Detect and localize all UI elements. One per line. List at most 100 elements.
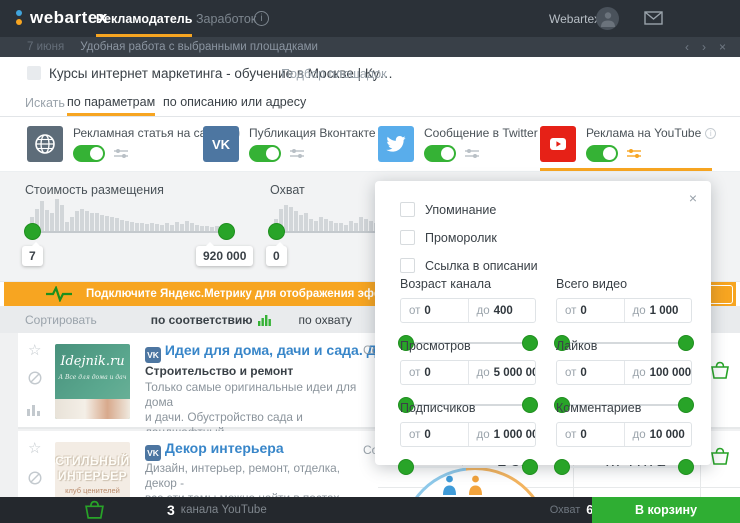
result-title-link[interactable]: VK Декор интерьера bbox=[145, 440, 284, 461]
add-to-cart-icon[interactable] bbox=[710, 447, 730, 466]
notification-close-icon[interactable]: × bbox=[719, 40, 726, 54]
tab-by-params-label: по параметрам bbox=[67, 95, 155, 109]
price-min-tooltip: 7 bbox=[22, 246, 43, 266]
cart-footer: 3 канала YouTube Охват 66 843 2 990 ₽ В … bbox=[0, 497, 740, 523]
account-name: Webartex bbox=[549, 12, 600, 26]
filter-label: Всего видео bbox=[556, 277, 692, 291]
webartex-logo[interactable]: webartex bbox=[16, 8, 108, 28]
campaign-row: Курсы интернет маркетинга - обучение в М… bbox=[0, 57, 740, 88]
webartex-app: webartex Рекламодатель Заработок i Webar… bbox=[0, 0, 740, 523]
sort-by-match[interactable]: по соответствию bbox=[151, 313, 271, 327]
tab-by-description[interactable]: по описанию или адресу bbox=[163, 88, 306, 116]
slider-max-handle[interactable] bbox=[522, 459, 538, 475]
filter-from-input[interactable]: от0 bbox=[557, 299, 624, 322]
filter-from-input[interactable]: от0 bbox=[401, 361, 468, 384]
channel-site-toggle[interactable] bbox=[73, 145, 105, 162]
nav-tab-advertiser[interactable]: Рекламодатель bbox=[96, 0, 192, 37]
notification-next-icon[interactable]: › bbox=[702, 40, 706, 54]
sort-by-reach[interactable]: по охвату bbox=[299, 313, 352, 327]
add-to-cart-button[interactable]: В корзину bbox=[592, 497, 740, 523]
filter-from-input[interactable]: от0 bbox=[557, 423, 624, 446]
channel-site-settings-icon[interactable] bbox=[114, 148, 128, 160]
channel-youtube-info-icon[interactable]: i bbox=[705, 128, 716, 139]
campaign-action-label: Подбор площадок bbox=[281, 67, 387, 81]
sort-by-reach-label: по охвату bbox=[299, 313, 352, 327]
notification-prev-icon[interactable]: ‹ bbox=[685, 40, 689, 54]
filter-label: Возраст канала bbox=[400, 277, 536, 291]
result-category: Строительство и ремонт bbox=[145, 364, 293, 378]
mail-icon[interactable] bbox=[644, 11, 663, 25]
price-slider-max-handle[interactable] bbox=[218, 223, 235, 240]
nav-tab-advertiser-label: Рекламодатель bbox=[96, 12, 192, 26]
favorite-star-icon[interactable]: ☆ bbox=[28, 341, 41, 359]
channel-youtube-toggle[interactable] bbox=[586, 145, 618, 162]
filter-to-input[interactable]: до10 000 bbox=[624, 423, 692, 446]
price-slider-track[interactable] bbox=[33, 231, 229, 233]
notification-bar: 7 июня Удобная работа с выбранными площа… bbox=[0, 37, 740, 57]
block-icon[interactable] bbox=[28, 471, 42, 485]
reach-min-tooltip: 0 bbox=[266, 246, 287, 266]
thumbnail-line3: клуб ценителей bbox=[55, 486, 130, 495]
channel-vk-settings-icon[interactable] bbox=[290, 148, 304, 160]
add-to-cart-icon[interactable] bbox=[710, 361, 730, 380]
channel-youtube-label: Реклама на YouTube bbox=[586, 126, 701, 140]
checkbox-promo[interactable]: Проморолик bbox=[400, 230, 497, 245]
vk-icon: VK bbox=[203, 126, 239, 162]
checkbox-mention[interactable]: Упоминание bbox=[400, 202, 496, 217]
nav-tab-earnings[interactable]: Заработок bbox=[196, 0, 256, 37]
thumbnail-shelf bbox=[55, 399, 130, 419]
checkbox-link-description[interactable]: Ссылка в описании bbox=[400, 258, 538, 273]
cart-count-label: канала YouTube bbox=[181, 504, 267, 516]
filter-label: Подписчиков bbox=[400, 401, 536, 415]
youtube-filters-popup: × Упоминание Проморолик Ссылка в описани… bbox=[375, 181, 711, 465]
filter-to-input[interactable]: до1 000 000+ bbox=[468, 423, 536, 446]
campaign-checkbox[interactable] bbox=[27, 66, 41, 80]
channel-vk-toggle[interactable] bbox=[249, 145, 281, 162]
favorite-star-icon[interactable]: ☆ bbox=[28, 439, 41, 457]
filter-slider bbox=[556, 459, 692, 475]
stats-bars-icon[interactable] bbox=[27, 403, 42, 416]
filter-to-input[interactable]: до400 bbox=[468, 299, 536, 322]
channel-twitter-settings-icon[interactable] bbox=[465, 148, 479, 160]
filter-from-input[interactable]: от0 bbox=[401, 299, 468, 322]
slider-max-handle[interactable] bbox=[678, 459, 694, 475]
tab-by-description-label: по описанию или адресу bbox=[163, 95, 306, 109]
result-thumbnail[interactable]: Idejnik.ru А Все для дома и дач bbox=[55, 344, 130, 419]
filter-comments: Комментариев от0 до10 000 bbox=[556, 401, 692, 475]
filter-to-input[interactable]: до100 000+ bbox=[624, 361, 692, 384]
thumbnail-line2: ИНТЕРЬЕР bbox=[55, 469, 130, 483]
sort-label: Сортировать bbox=[25, 313, 97, 327]
popup-close-icon[interactable]: × bbox=[689, 190, 697, 206]
slider-min-handle[interactable] bbox=[398, 459, 414, 475]
checkbox-box bbox=[400, 258, 415, 273]
channel-twitter-toggle[interactable] bbox=[424, 145, 456, 162]
filter-from-input[interactable]: от0 bbox=[557, 361, 624, 384]
info-icon[interactable]: i bbox=[254, 11, 269, 26]
filter-to-input[interactable]: до1 000 bbox=[624, 299, 692, 322]
person-icon bbox=[601, 11, 615, 27]
filter-to-input[interactable]: до5 000 000+ bbox=[468, 361, 536, 384]
price-slider-min-handle[interactable] bbox=[24, 223, 41, 240]
nav-tab-earnings-label: Заработок bbox=[196, 12, 256, 26]
filter-label: Просмотров bbox=[400, 339, 536, 353]
slider-min-handle[interactable] bbox=[554, 459, 570, 475]
tab-by-params[interactable]: по параметрам bbox=[67, 88, 155, 116]
thumbnail-line1: СТИЛЬНЫЙ bbox=[55, 454, 130, 468]
thumbnail-subtitle: А Все для дома и дач bbox=[55, 374, 130, 381]
globe-icon bbox=[27, 126, 63, 162]
channel-twitter: Сообщение в Twitteri bbox=[378, 126, 553, 162]
cart-basket-icon bbox=[84, 500, 105, 520]
reach-slider-min-handle[interactable] bbox=[268, 223, 285, 240]
checkbox-box bbox=[400, 202, 415, 217]
thumbnail-title: Idejnik.ru bbox=[55, 354, 130, 369]
block-icon[interactable] bbox=[28, 371, 42, 385]
vk-badge-icon: VK bbox=[145, 445, 161, 461]
channel-filters-row: Рекламная статья на сайтеi VK Публикация… bbox=[0, 117, 740, 172]
sort-bars-icon bbox=[258, 314, 271, 326]
twitter-icon bbox=[378, 126, 414, 162]
person-blue-icon bbox=[442, 475, 457, 495]
filter-from-input[interactable]: от0 bbox=[401, 423, 468, 446]
channel-youtube-settings-icon[interactable] bbox=[627, 148, 641, 160]
channel-twitter-label: Сообщение в Twitter bbox=[424, 126, 538, 140]
user-avatar[interactable] bbox=[596, 7, 619, 30]
